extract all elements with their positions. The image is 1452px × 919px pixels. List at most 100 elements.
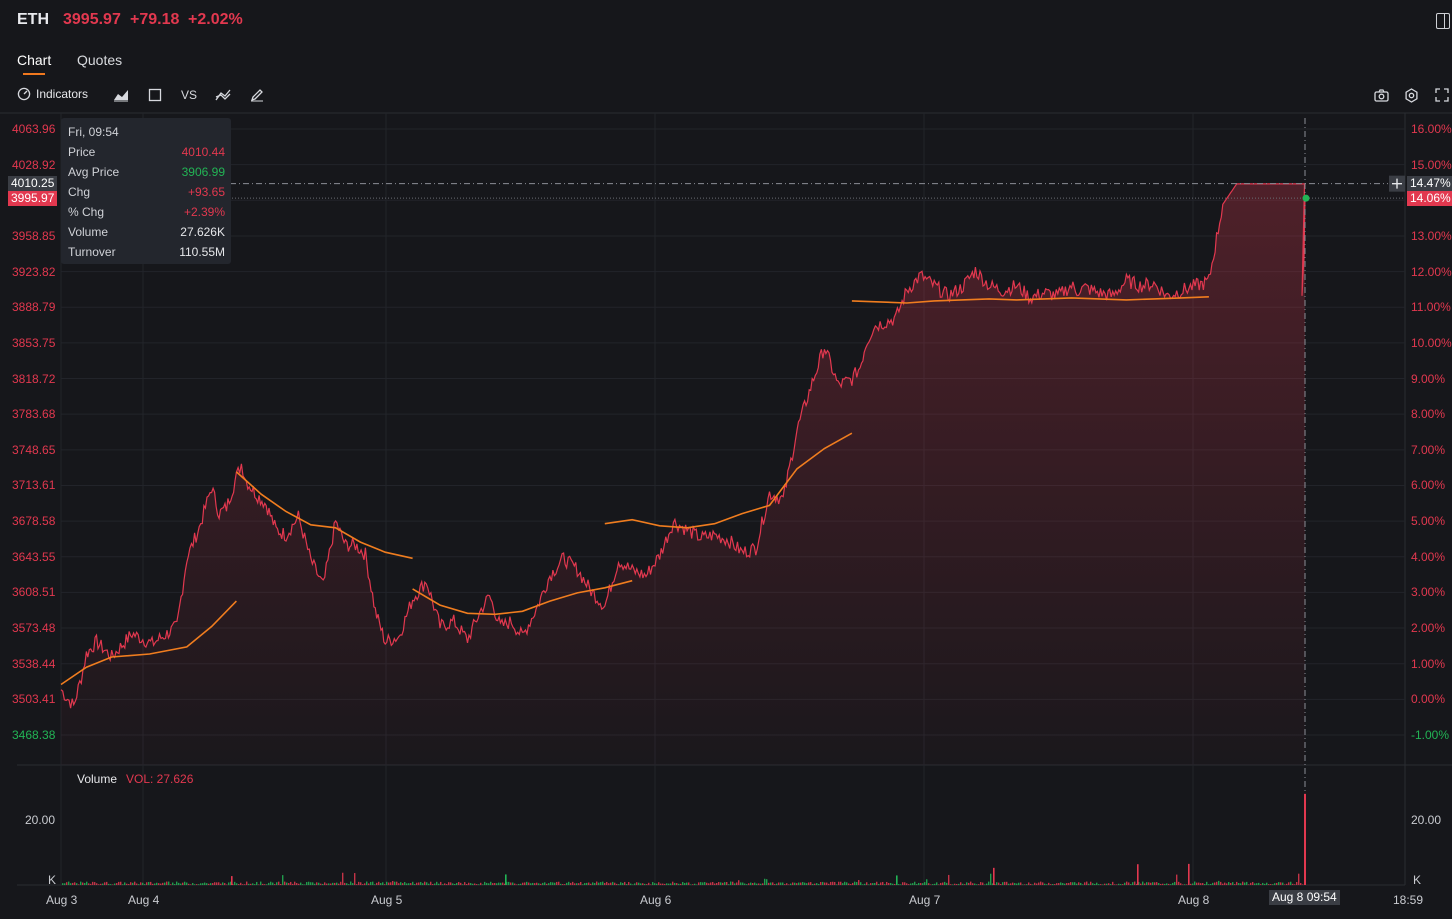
volume-bar bbox=[694, 883, 696, 885]
volume-bar bbox=[174, 884, 176, 885]
volume-bar bbox=[784, 884, 786, 885]
volume-bar bbox=[1086, 881, 1088, 885]
volume-bar bbox=[882, 881, 884, 885]
volume-bar bbox=[1032, 884, 1034, 885]
volume-bar bbox=[800, 882, 802, 885]
volume-bar bbox=[1236, 881, 1238, 885]
volume-bar bbox=[906, 883, 908, 885]
volume-bar bbox=[986, 883, 988, 885]
volume-bar bbox=[268, 882, 270, 885]
tooltip-row: Chg +93.65 bbox=[68, 185, 225, 201]
volume-bar bbox=[856, 882, 858, 885]
volume-bar bbox=[86, 881, 88, 885]
volume-bar bbox=[242, 884, 244, 885]
volume-bar bbox=[488, 883, 490, 885]
volume-bar bbox=[556, 881, 558, 885]
volume-bar bbox=[70, 883, 72, 885]
volume-bar bbox=[612, 881, 614, 885]
volume-bar bbox=[1276, 882, 1278, 885]
y-axis-right-tick: 9.00% bbox=[1411, 371, 1446, 386]
volume-bar bbox=[872, 883, 874, 885]
volume-bar bbox=[306, 882, 308, 885]
volume-bar bbox=[816, 883, 818, 885]
volume-bar bbox=[336, 882, 338, 885]
y-axis-right-tick: 16.00% bbox=[1411, 122, 1452, 136]
volume-bar bbox=[182, 882, 184, 885]
volume-bar bbox=[1218, 880, 1220, 885]
volume-bar bbox=[1010, 883, 1012, 885]
volume-bar bbox=[572, 881, 574, 885]
volume-bar bbox=[414, 884, 416, 885]
volume-bar bbox=[948, 874, 950, 885]
volume-bar bbox=[450, 882, 452, 885]
volume-bar bbox=[300, 882, 302, 885]
volume-bar bbox=[362, 884, 364, 885]
volume-bar bbox=[1186, 884, 1188, 885]
volume-bar bbox=[312, 882, 314, 885]
volume-bar bbox=[696, 884, 698, 885]
tooltip-row-value: +2.39% bbox=[183, 205, 225, 219]
volume-bar bbox=[892, 883, 894, 885]
volume-bar bbox=[1044, 883, 1046, 885]
volume-bar bbox=[1188, 863, 1190, 885]
volume-bar bbox=[100, 883, 102, 885]
crosshair-tooltip: Fri, 09:54 Price 4010.44 Avg Price 3906.99 C… bbox=[61, 118, 231, 264]
volume-bar bbox=[970, 881, 972, 885]
volume-bar bbox=[574, 883, 576, 885]
volume-bar bbox=[376, 882, 378, 885]
volume-bar bbox=[1006, 881, 1008, 885]
volume-bar bbox=[1272, 884, 1274, 885]
volume-bar bbox=[650, 884, 652, 885]
volume-bar bbox=[282, 875, 284, 885]
volume-bar bbox=[804, 882, 806, 885]
volume-bar bbox=[1102, 884, 1104, 885]
y-axis-right-tick: 7.00% bbox=[1411, 442, 1446, 457]
volume-bar bbox=[1064, 883, 1066, 885]
volume-bar bbox=[1232, 882, 1234, 885]
volume-bar bbox=[914, 881, 916, 885]
volume-bar bbox=[1162, 883, 1164, 885]
volume-bar bbox=[712, 881, 714, 885]
volume-bar bbox=[422, 883, 424, 885]
volume-bar bbox=[118, 881, 120, 885]
volume-bar bbox=[148, 881, 150, 885]
volume-bar bbox=[290, 881, 292, 885]
volume-bar bbox=[194, 884, 196, 885]
volume-bar bbox=[848, 883, 850, 885]
volume-bar bbox=[486, 882, 488, 885]
volume-bar bbox=[912, 883, 914, 885]
x-axis-tick: Aug 3 bbox=[46, 893, 78, 907]
volume-bar bbox=[652, 882, 654, 885]
volume-bar bbox=[898, 884, 900, 885]
last-price-tag: 3995.97 bbox=[8, 191, 58, 207]
volume-bar bbox=[120, 881, 122, 885]
volume-bar bbox=[646, 884, 648, 885]
volume-bar bbox=[176, 881, 178, 885]
volume-bar bbox=[702, 882, 704, 885]
volume-bar bbox=[202, 883, 204, 885]
volume-bar bbox=[734, 883, 736, 885]
volume-bar bbox=[280, 884, 282, 885]
volume-bar bbox=[256, 881, 258, 885]
x-axis-tick: Aug 8 bbox=[1178, 893, 1210, 907]
volume-bar bbox=[666, 883, 668, 885]
volume-bar bbox=[794, 882, 796, 885]
volume-bar bbox=[1274, 883, 1276, 885]
volume-bar bbox=[732, 881, 734, 885]
volume-bar bbox=[780, 882, 782, 885]
volume-bar bbox=[554, 882, 556, 885]
volume-bar bbox=[308, 881, 310, 885]
volume-bar bbox=[600, 882, 602, 885]
volume-bar bbox=[1118, 883, 1120, 885]
volume-bar bbox=[400, 882, 402, 885]
x-axis-end-time: 18:59 bbox=[1393, 893, 1424, 907]
volume-bar bbox=[1178, 881, 1180, 885]
volume-bar bbox=[724, 882, 726, 885]
volume-bar bbox=[904, 882, 906, 885]
volume-bar bbox=[1200, 883, 1202, 885]
volume-bar bbox=[1242, 881, 1244, 885]
volume-bar bbox=[570, 882, 572, 885]
crosshair-percent-tag: 14.47% bbox=[1407, 175, 1452, 191]
y-axis-right-tick: 11.00% bbox=[1411, 300, 1451, 315]
volume-bar bbox=[84, 882, 86, 885]
